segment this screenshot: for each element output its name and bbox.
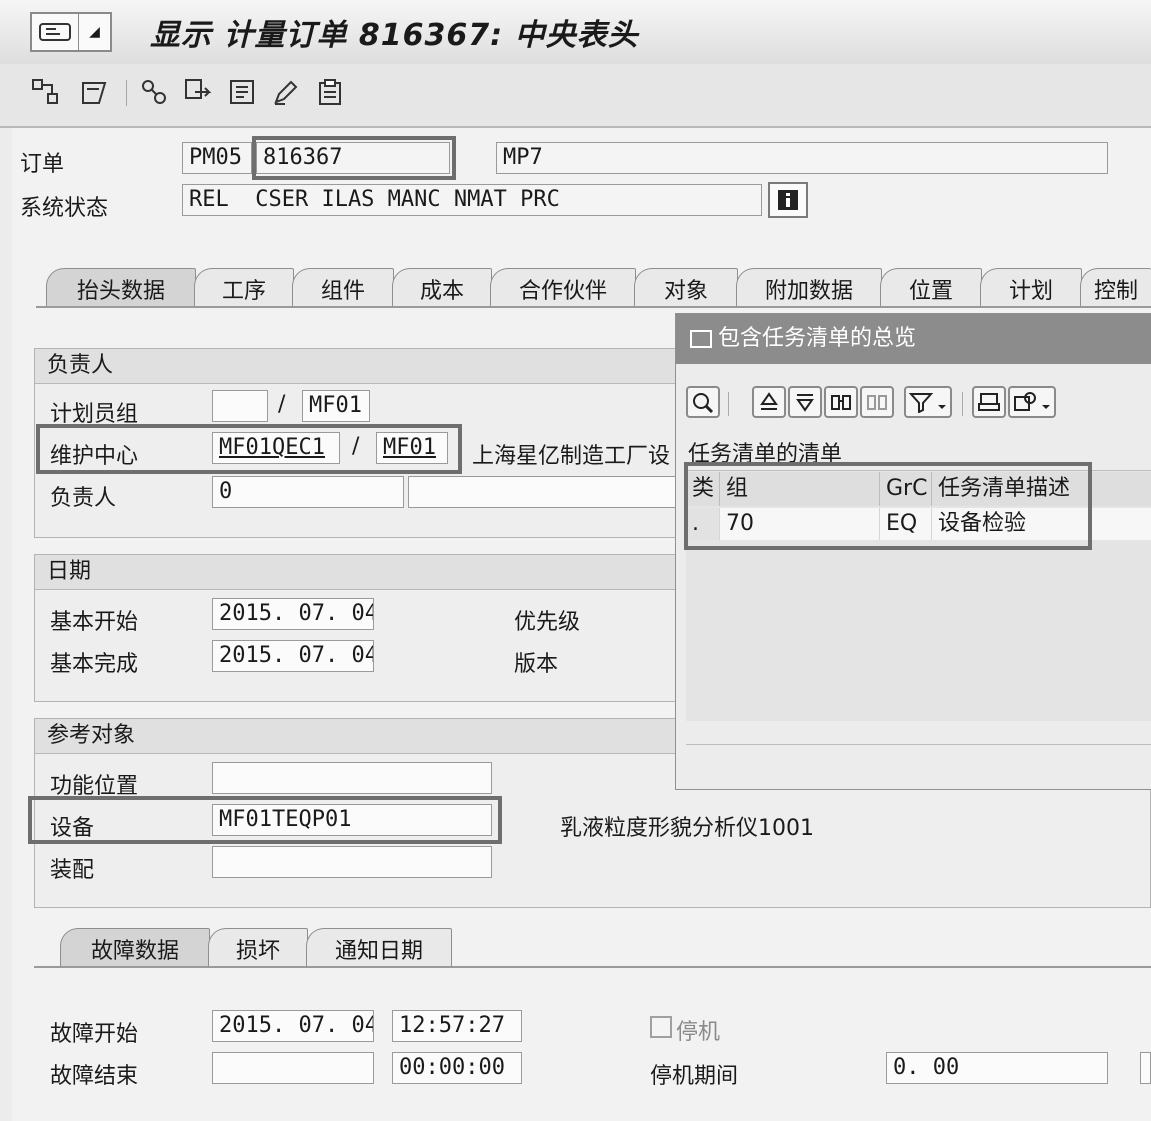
dialog-title-bar[interactable]: 包含任务清单的总览 bbox=[676, 314, 1151, 364]
work-center-plant-field[interactable]: MF01 bbox=[376, 432, 448, 464]
tab-planning[interactable]: 计划 bbox=[980, 268, 1082, 308]
status-info-button[interactable] bbox=[768, 182, 808, 218]
breakdown-checkbox[interactable] bbox=[650, 1016, 672, 1038]
basic-start-field[interactable]: 2015. 07. 04 bbox=[212, 598, 374, 630]
tab-additional-data[interactable]: 附加数据 bbox=[736, 268, 882, 308]
toolbar-separator bbox=[126, 80, 127, 106]
work-center-description: 上海星亿制造工厂设 bbox=[472, 444, 671, 469]
object-link-icon[interactable] bbox=[138, 76, 170, 108]
malfunction-start-time-field[interactable]: 12:57:27 bbox=[392, 1010, 522, 1042]
edit-icon[interactable] bbox=[270, 76, 302, 108]
tab-objects[interactable]: 对象 bbox=[634, 268, 738, 308]
tab-partners[interactable]: 合作伙伴 bbox=[490, 268, 636, 308]
menu-icon bbox=[32, 14, 79, 50]
work-center-field[interactable]: MF01QEC1 bbox=[212, 432, 340, 464]
tab-damage[interactable]: 损坏 bbox=[208, 928, 308, 968]
malfunction-start-label: 故障开始 bbox=[50, 1022, 139, 1047]
planner-slash: / bbox=[278, 392, 286, 417]
revision-label: 版本 bbox=[514, 652, 559, 677]
display-change-icon[interactable] bbox=[78, 76, 110, 108]
breakdown-duration-field[interactable]: 0. 00 bbox=[886, 1052, 1108, 1084]
planner-group-label: 计划员组 bbox=[50, 402, 139, 427]
document-icon[interactable] bbox=[226, 76, 258, 108]
title-bar: ◢ 显示 计量订单 816367: 中央表头 bbox=[0, 0, 1151, 65]
equipment-label: 设备 bbox=[50, 816, 95, 841]
person-responsible-name-field bbox=[408, 476, 678, 508]
malfunction-end-date-field[interactable] bbox=[212, 1052, 374, 1084]
row-grc-cell[interactable]: EQ bbox=[880, 508, 932, 540]
tab-operations[interactable]: 工序 bbox=[194, 268, 294, 308]
tab-components[interactable]: 组件 bbox=[292, 268, 394, 308]
system-status-field: REL CSER ILAS MANC NMAT PRC bbox=[182, 184, 762, 216]
application-toolbar bbox=[0, 64, 1151, 128]
malfunction-end-label: 故障结束 bbox=[50, 1064, 139, 1089]
work-center-slash: / bbox=[352, 434, 360, 459]
tab-malfunction-data[interactable]: 故障数据 bbox=[60, 928, 210, 968]
basic-finish-field[interactable]: 2015. 07. 04 bbox=[212, 640, 374, 672]
work-center-label: 维护中心 bbox=[50, 444, 139, 469]
column-header-type[interactable]: 类 bbox=[686, 472, 720, 506]
tab-notification-dates[interactable]: 通知日期 bbox=[306, 928, 452, 968]
tab-control[interactable]: 控制 bbox=[1080, 268, 1151, 308]
malfunction-start-date-field[interactable]: 2015. 07. 04 bbox=[212, 1010, 374, 1042]
system-status-label: 系统状态 bbox=[20, 196, 109, 221]
row-group-cell[interactable]: 70 bbox=[720, 508, 880, 540]
sort-ascending-icon[interactable] bbox=[752, 386, 786, 418]
assembly-label: 装配 bbox=[50, 858, 95, 883]
row-description-cell[interactable]: 设备检验 bbox=[932, 508, 1151, 540]
tab-location[interactable]: 位置 bbox=[880, 268, 982, 308]
chevron-down-icon: ◢ bbox=[89, 24, 100, 40]
functional-location-field[interactable] bbox=[212, 762, 492, 794]
column-header-grc[interactable]: GrC bbox=[880, 472, 932, 506]
equipment-description: 乳液粒度形貌分析仪1001 bbox=[560, 816, 814, 841]
basic-start-label: 基本开始 bbox=[50, 610, 139, 635]
priority-label: 优先级 bbox=[514, 610, 581, 635]
column-header-group[interactable]: 组 bbox=[720, 472, 880, 506]
page-title: 显示 计量订单 816367: 中央表头 bbox=[150, 18, 639, 53]
assembly-field[interactable] bbox=[212, 846, 492, 878]
clipboard-icon[interactable] bbox=[314, 76, 346, 108]
sort-descending-icon[interactable] bbox=[788, 386, 822, 418]
dialog-footer-divider bbox=[686, 744, 1151, 745]
filter-icon[interactable] bbox=[904, 386, 952, 418]
tab-header-data[interactable]: 抬头数据 bbox=[46, 268, 196, 308]
person-responsible-field[interactable]: 0 bbox=[212, 476, 404, 508]
row-type-cell[interactable]: . bbox=[686, 508, 720, 540]
planner-plant-field[interactable]: MF01 bbox=[302, 390, 370, 422]
task-list-list-title: 任务清单的清单 bbox=[688, 442, 843, 467]
equipment-field[interactable]: MF01TEQP01 bbox=[212, 804, 492, 836]
toolbar-separator bbox=[728, 392, 729, 416]
breakdown-label: 停机 bbox=[676, 1020, 721, 1045]
system-menu-button[interactable]: ◢ bbox=[30, 12, 112, 52]
breakdown-duration-label: 停机期间 bbox=[650, 1064, 739, 1089]
functional-location-label: 功能位置 bbox=[50, 774, 139, 799]
order-short-text-field: MP7 bbox=[496, 142, 1108, 174]
task-list-overview-dialog: 包含任务清单的总览 任务清单的清单 类 组 GrC 任务清单描述 . 70 EQ… bbox=[675, 313, 1151, 790]
column-header-description[interactable]: 任务清单描述 bbox=[932, 472, 1151, 506]
planner-group-field[interactable] bbox=[212, 390, 268, 422]
order-label: 订单 bbox=[20, 152, 65, 177]
toolbar-separator bbox=[962, 392, 963, 416]
export-icon[interactable] bbox=[1008, 386, 1056, 418]
basic-finish-label: 基本完成 bbox=[50, 652, 139, 677]
find-icon[interactable] bbox=[824, 386, 858, 418]
hierarchy-icon[interactable] bbox=[30, 76, 62, 108]
info-icon bbox=[778, 190, 798, 210]
subtab-strip-line bbox=[34, 966, 1151, 968]
detail-icon[interactable] bbox=[686, 386, 720, 418]
order-number-field: 816367 bbox=[256, 142, 450, 174]
find-next-icon[interactable] bbox=[860, 386, 894, 418]
dialog-title: 包含任务清单的总览 bbox=[718, 326, 917, 351]
person-responsible-label: 负责人 bbox=[50, 486, 117, 511]
duration-unit-field[interactable] bbox=[1140, 1052, 1151, 1084]
malfunction-end-time-field[interactable]: 00:00:00 bbox=[392, 1052, 522, 1084]
print-icon[interactable] bbox=[972, 386, 1006, 418]
dialog-window-icon bbox=[690, 330, 712, 348]
order-type-field: PM05 bbox=[182, 142, 252, 174]
copy-icon[interactable] bbox=[182, 76, 214, 108]
tab-strip-line bbox=[36, 306, 1151, 308]
tab-costs[interactable]: 成本 bbox=[392, 268, 492, 308]
